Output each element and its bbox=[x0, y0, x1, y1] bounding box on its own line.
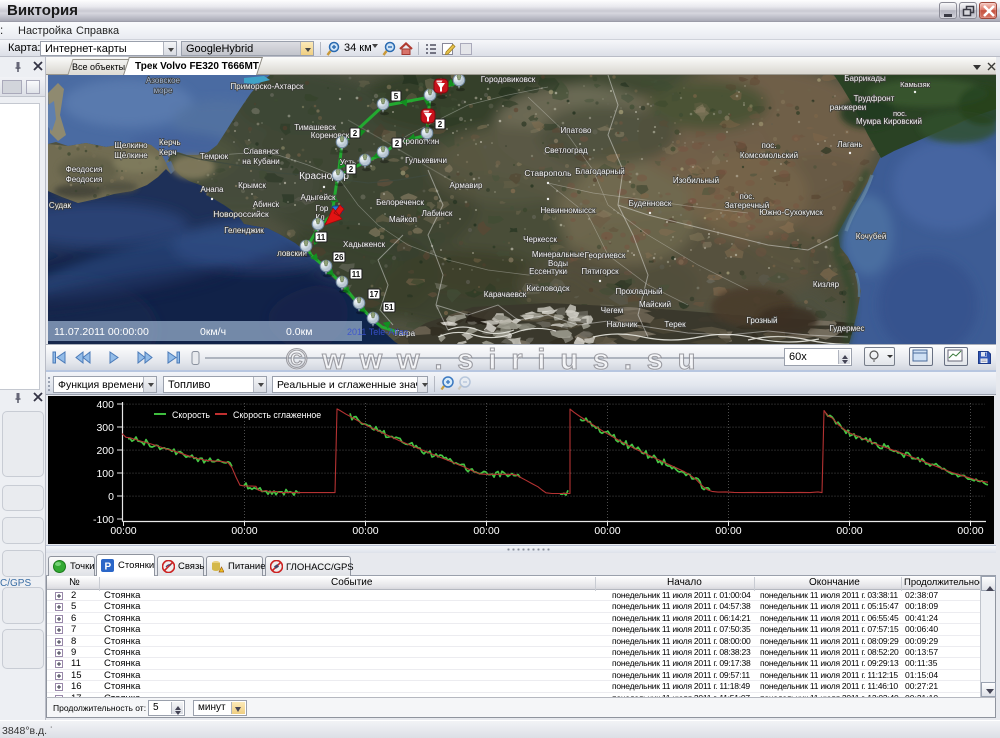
svg-text:Феодосия: Феодосия bbox=[66, 165, 103, 174]
svg-text:2011 Tele-Atlas: 2011 Tele-Atlas bbox=[347, 327, 409, 337]
svg-text:Армавир: Армавир bbox=[450, 181, 483, 190]
svg-text:00:00: 00:00 bbox=[352, 525, 378, 537]
svg-text:Трудфронт: Трудфронт bbox=[854, 94, 895, 103]
svg-text:Хадыженск: Хадыженск bbox=[343, 240, 385, 249]
svg-text:2: 2 bbox=[438, 120, 443, 129]
svg-text:Ессентуки: Ессентуки bbox=[529, 267, 567, 276]
svg-text:Адыгейск: Адыгейск bbox=[301, 193, 336, 202]
svg-text:Минеральные: Минеральные bbox=[532, 250, 585, 259]
svg-text:Изобильный: Изобильный bbox=[673, 176, 719, 185]
svg-text:Гор: Гор bbox=[316, 204, 329, 213]
svg-text:00:00: 00:00 bbox=[231, 525, 257, 537]
svg-text:2: 2 bbox=[353, 129, 358, 138]
svg-text:5: 5 bbox=[394, 92, 399, 101]
svg-text:Майский: Майский bbox=[639, 300, 671, 309]
svg-text:Крымск: Крымск bbox=[238, 181, 266, 190]
svg-text:Городовиковск: Городовиковск bbox=[481, 75, 536, 84]
svg-text:Благодарный: Благодарный bbox=[575, 167, 625, 176]
svg-text:Лабинск: Лабинск bbox=[422, 209, 453, 218]
svg-text:11.07.2011 00:00:00: 11.07.2011 00:00:00 bbox=[54, 326, 149, 338]
svg-text:Пятигорск: Пятигорск bbox=[581, 267, 619, 276]
svg-text:11: 11 bbox=[352, 270, 361, 279]
svg-text:Ипатово: Ипатово bbox=[561, 126, 593, 135]
svg-text:Белореченск: Белореченск bbox=[376, 198, 424, 207]
svg-text:Темрюк: Темрюк bbox=[200, 152, 229, 161]
svg-text:11: 11 bbox=[317, 233, 326, 242]
svg-text:Скорость: Скорость bbox=[172, 410, 210, 420]
svg-text:Ставрополь: Ставрополь bbox=[524, 168, 572, 178]
svg-text:ранжереи: ранжереи bbox=[830, 103, 866, 112]
svg-text:Гулькевичи: Гулькевичи bbox=[405, 156, 447, 165]
svg-text:Геленджик: Геленджик bbox=[224, 226, 264, 235]
svg-text:Славянск: Славянск bbox=[243, 147, 279, 156]
svg-text:Кисловодск: Кисловодск bbox=[527, 284, 570, 293]
svg-text:00:00: 00:00 bbox=[836, 525, 862, 537]
svg-text:Невинномысск: Невинномысск bbox=[541, 206, 596, 215]
svg-text:пос.: пос. bbox=[739, 192, 754, 201]
svg-text:00:00: 00:00 bbox=[594, 525, 620, 537]
svg-text:00:00: 00:00 bbox=[110, 525, 136, 537]
svg-text:0км/ч: 0км/ч bbox=[200, 326, 226, 338]
svg-text:2: 2 bbox=[349, 165, 354, 174]
svg-text:400: 400 bbox=[96, 399, 114, 411]
svg-text:00:00: 00:00 bbox=[473, 525, 499, 537]
svg-text:Щёлкине: Щёлкине bbox=[114, 151, 148, 160]
svg-text:Буденновск: Буденновск bbox=[629, 199, 672, 208]
svg-text:Лагань: Лагань bbox=[837, 140, 862, 149]
svg-text:Кочубей: Кочубей bbox=[856, 232, 887, 241]
svg-text:Мумра Кировский: Мумра Кировский bbox=[856, 117, 922, 126]
svg-text:Новороссийск: Новороссийск bbox=[213, 209, 269, 219]
svg-text:Анапа: Анапа bbox=[201, 185, 225, 194]
svg-text:пос.: пос. bbox=[761, 141, 776, 150]
svg-text:Гудермес: Гудермес bbox=[829, 324, 864, 333]
svg-text:Скорость сглаженное: Скорость сглаженное bbox=[233, 410, 321, 420]
svg-text:Абинск: Абинск bbox=[253, 200, 280, 209]
svg-text:Майкоп: Майкоп bbox=[389, 215, 417, 224]
svg-text:100: 100 bbox=[96, 468, 114, 480]
svg-text:на Кубани: на Кубани bbox=[242, 157, 280, 166]
svg-text:Феодосия: Феодосия bbox=[66, 175, 103, 184]
svg-text:Георгиевск: Георгиевск bbox=[585, 251, 626, 260]
svg-text:пос.: пос. bbox=[893, 109, 907, 118]
svg-text:Комсомольский: Комсомольский bbox=[740, 151, 798, 160]
svg-text:17: 17 bbox=[370, 290, 379, 299]
svg-text:26: 26 bbox=[335, 253, 344, 262]
svg-text:Кропоткин: Кропоткин bbox=[401, 137, 439, 146]
svg-text:200: 200 bbox=[96, 445, 114, 457]
svg-text:00:00: 00:00 bbox=[715, 525, 741, 537]
svg-text:Азовское: Азовское bbox=[146, 76, 181, 85]
svg-text:Камызяк: Камызяк bbox=[900, 80, 931, 89]
svg-text:00:00: 00:00 bbox=[957, 525, 983, 537]
svg-text:P: P bbox=[105, 562, 112, 573]
svg-text:2: 2 bbox=[395, 139, 400, 148]
svg-text:300: 300 bbox=[96, 422, 114, 434]
svg-text:Терек: Терек bbox=[664, 320, 686, 329]
svg-text:0: 0 bbox=[108, 491, 114, 503]
svg-text:Приморско-Ахтарск: Приморско-Ахтарск bbox=[231, 82, 304, 91]
svg-text:Баррикады: Баррикады bbox=[844, 75, 886, 83]
svg-text:Прохладный: Прохладный bbox=[616, 287, 663, 296]
svg-text:51: 51 bbox=[385, 303, 394, 312]
svg-text:Кизляр: Кизляр bbox=[813, 280, 840, 289]
svg-text:Щелкино: Щелкино bbox=[114, 141, 148, 150]
svg-text:Керчь: Керчь bbox=[159, 138, 181, 147]
svg-text:Светлоград: Светлоград bbox=[544, 146, 588, 155]
svg-text:Затеречный: Затеречный bbox=[725, 201, 770, 210]
svg-text:Чегем: Чегем bbox=[601, 306, 623, 315]
svg-text:Керч: Керч bbox=[159, 148, 177, 157]
svg-text:море: море bbox=[154, 86, 173, 95]
svg-text:Судак: Судак bbox=[49, 201, 72, 210]
svg-text:0.0км: 0.0км bbox=[286, 326, 312, 338]
svg-text:Карачаевск: Карачаевск bbox=[484, 290, 527, 299]
svg-text:Черкесск: Черкесск bbox=[523, 235, 557, 244]
svg-text:Грозный: Грозный bbox=[747, 316, 778, 325]
svg-text:Нальчик: Нальчик bbox=[607, 320, 638, 329]
